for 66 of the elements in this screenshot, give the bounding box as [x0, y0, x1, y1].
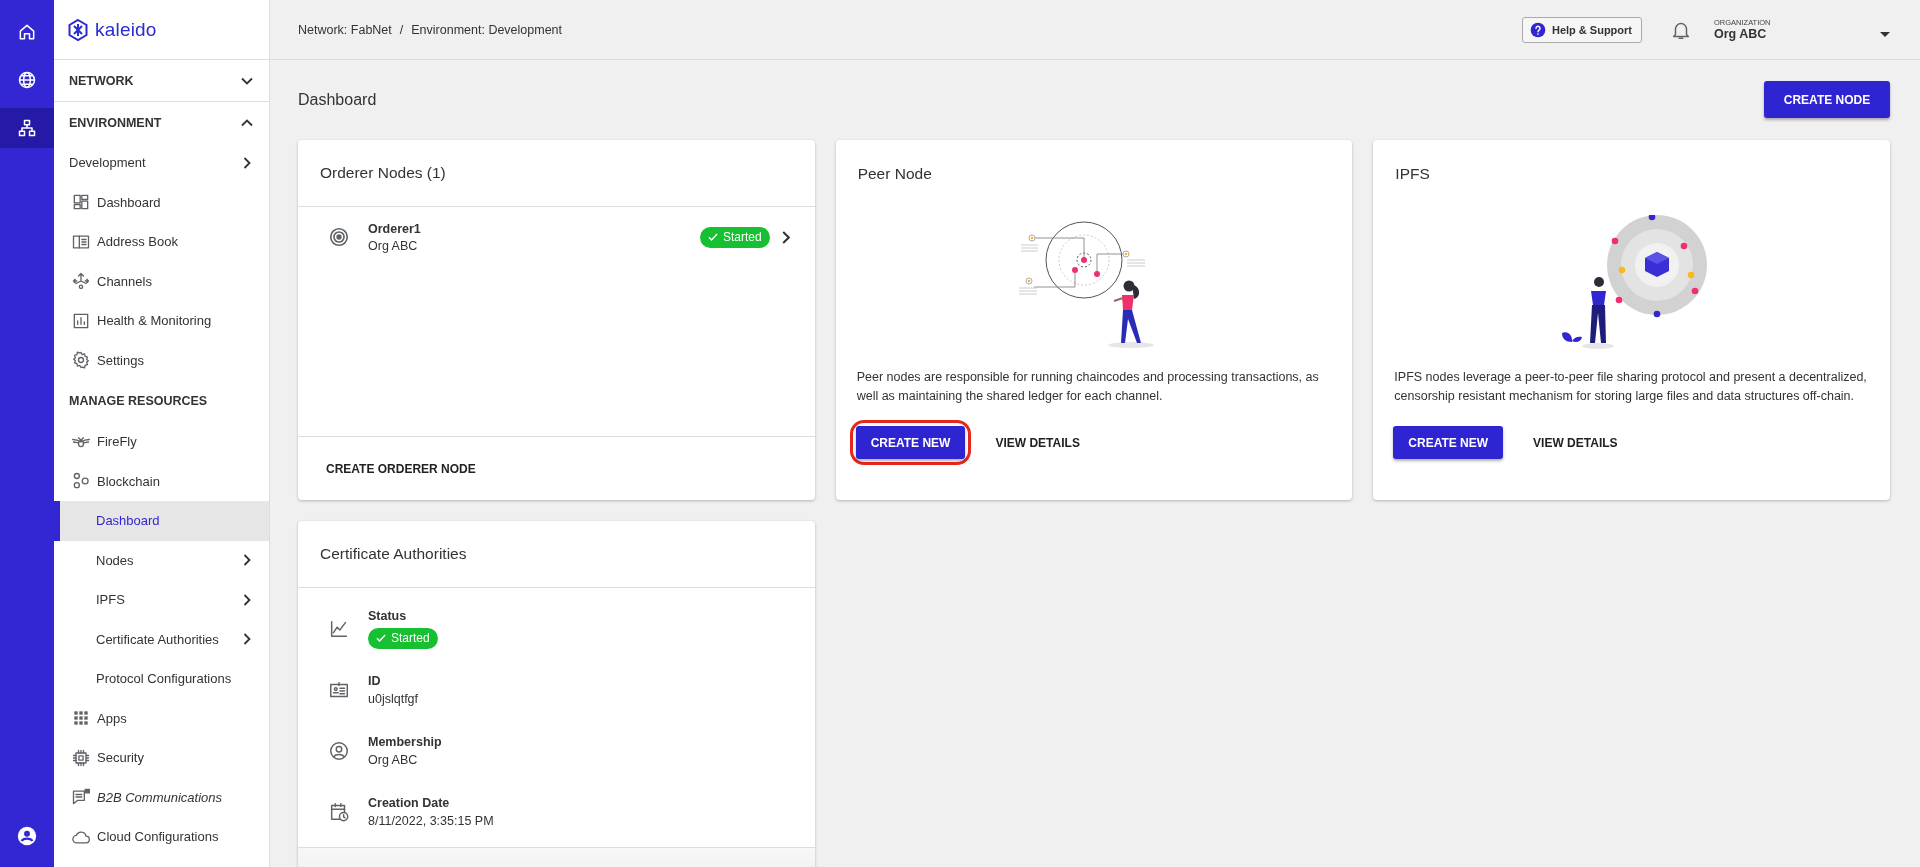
card-title: IPFS — [1395, 164, 1430, 183]
card-title: Certificate Authorities — [320, 545, 467, 563]
field-label: Membership — [368, 734, 443, 749]
sidebar-item[interactable]: Cloud Configurations — [54, 817, 269, 857]
dropdown-caret-icon — [1880, 31, 1890, 37]
field-label: Creation Date — [368, 795, 451, 810]
sidebar-item[interactable]: B2B Communications — [54, 777, 269, 817]
sidebar-item[interactable]: Address Book — [54, 222, 269, 262]
breadcrumb-link[interactable]: Environment: Development — [411, 22, 563, 37]
sidebar-item[interactable]: Apps — [54, 698, 269, 738]
card-title: Peer Node — [857, 164, 932, 183]
view-details-button[interactable]: VIEW DETAILS — [987, 427, 1088, 458]
logo-text: kaleido — [95, 18, 157, 41]
sidebar-item[interactable]: Development — [54, 143, 269, 183]
card-description: Peer nodes are responsible for running chaincodes and processing transactions, as well as maintaining the shared ledger for each channel. — [856, 369, 1320, 405]
globe-icon — [17, 70, 37, 90]
card-title: Orderer Nodes (1) — [320, 164, 446, 182]
help-icon — [1529, 21, 1546, 38]
section-header[interactable]: ENVIRONMENT — [54, 102, 269, 143]
sidebar-item[interactable]: Dashboard — [54, 182, 269, 222]
account-icon — [328, 739, 350, 762]
account-icon — [16, 825, 38, 847]
help-button[interactable]: Help & Support — [1521, 16, 1642, 43]
field-value: Org ABC — [368, 752, 419, 767]
node-organization: Org ABC — [368, 238, 419, 253]
channels-icon — [71, 271, 91, 292]
node-name: Orderer1 — [368, 221, 422, 236]
create-new-button[interactable]: CREATE NEW — [1393, 426, 1504, 459]
create-new-button[interactable]: CREATE NEW — [855, 426, 966, 459]
security-icon — [71, 747, 91, 768]
breadcrumb-link[interactable]: Network: FabNet — [298, 22, 392, 37]
sidebar-item[interactable]: Certificate Authorities — [54, 619, 269, 659]
target-icon — [328, 226, 350, 248]
gear-icon — [71, 350, 91, 371]
sidebar-item[interactable]: Channels — [54, 261, 269, 301]
sidebar-item[interactable]: Settings — [54, 340, 269, 380]
section-header[interactable]: NETWORK — [54, 60, 269, 102]
rail-button[interactable] — [0, 108, 54, 148]
organization-select[interactable]: Org ABC — [1714, 27, 1890, 41]
create-orderer-button[interactable]: CREATE ORDERER NODE — [318, 453, 484, 484]
field-label: ID — [368, 673, 382, 688]
create-node-button[interactable]: CREATE NODE — [1764, 81, 1890, 118]
calendar-clock-icon — [328, 800, 350, 823]
view-details-button[interactable]: VIEW DETAILS — [1525, 427, 1626, 458]
logo-icon — [66, 17, 90, 42]
network-icon — [17, 118, 37, 138]
node-row[interactable]: Orderer1 Org ABC Started — [298, 207, 815, 257]
home-icon — [17, 22, 37, 42]
breadcrumb-separator: / — [399, 22, 404, 37]
sidebar-item[interactable]: IPFS — [54, 580, 269, 620]
sidebar-item[interactable]: Blockchain — [54, 461, 269, 501]
sidebar-item[interactable]: Dashboard — [54, 501, 269, 541]
status-badge: Started — [368, 627, 438, 649]
section-heading: MANAGE RESOURCES — [69, 394, 208, 408]
page-title: Dashboard — [298, 90, 377, 109]
sidebar-item[interactable]: Security — [54, 738, 269, 778]
chevron-icon[interactable] — [781, 230, 790, 244]
sidebar-item[interactable]: FireFly — [54, 422, 269, 462]
field-value: u0jslqtfgf — [368, 691, 420, 706]
sidebar-item[interactable]: Protocol Configurations — [54, 659, 269, 699]
status-badge: Started — [699, 226, 770, 248]
sidebar-item[interactable]: Health & Monitoring — [54, 301, 269, 341]
field-value: 8/11/2022, 3:35:15 PM — [368, 813, 495, 828]
card-description: IPFS nodes leverage a peer-to-peer file sharing protocol and present a decentralized, censorship resistant mechanism for storing large files and data structures off-chain. — [1394, 369, 1868, 405]
sidebar-item[interactable]: Nodes — [54, 540, 269, 580]
field-label: Status — [368, 608, 408, 623]
